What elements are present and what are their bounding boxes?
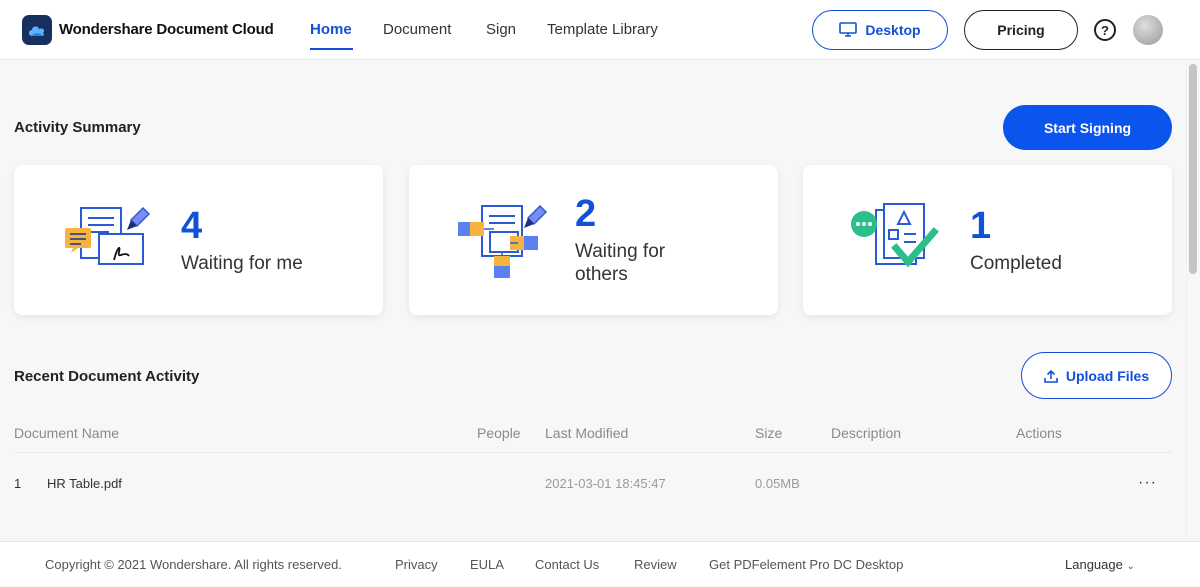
row-last-modified: 2021-03-01 18:45:47: [545, 476, 666, 491]
desktop-label: Desktop: [865, 22, 921, 38]
upload-icon: [1044, 369, 1058, 383]
column-actions: Actions: [1016, 425, 1062, 441]
row-size: 0.05MB: [755, 476, 800, 491]
nav-home[interactable]: Home: [310, 21, 352, 38]
upload-files-button[interactable]: Upload Files: [1021, 352, 1172, 399]
scrollbar-thumb[interactable]: [1189, 64, 1197, 274]
completed-document-icon: [851, 203, 939, 268]
waiting-for-others-count: 2: [575, 193, 597, 235]
share-document-icon: [458, 204, 548, 278]
waiting-for-me-label: Waiting for me: [181, 253, 303, 274]
column-document-name[interactable]: Document Name: [14, 425, 119, 441]
footer: Copyright © 2021 Wondershare. All rights…: [0, 541, 1200, 587]
brand-name[interactable]: Wondershare Document Cloud: [59, 21, 274, 38]
row-document-name[interactable]: HR Table.pdf: [47, 476, 122, 491]
more-actions-icon[interactable]: ···: [1138, 474, 1157, 492]
waiting-for-me-count: 4: [181, 205, 203, 247]
recent-activity-title: Recent Document Activity: [14, 368, 200, 385]
card-waiting-for-me[interactable]: 4 Waiting for me: [14, 165, 383, 315]
footer-link-eula[interactable]: EULA: [470, 557, 504, 572]
nav-document[interactable]: Document: [383, 21, 451, 38]
nav-sign[interactable]: Sign: [486, 21, 516, 38]
waiting-for-others-label: Waiting for others: [575, 241, 666, 285]
nav-active-indicator: [310, 48, 353, 50]
desktop-button[interactable]: Desktop: [812, 10, 948, 50]
card-completed[interactable]: 1 Completed: [803, 165, 1172, 315]
top-header: Wondershare Document Cloud Home Document…: [0, 0, 1200, 60]
card-waiting-for-others[interactable]: 2 Waiting for others: [409, 165, 778, 315]
footer-link-get-desktop[interactable]: Get PDFelement Pro DC Desktop: [709, 557, 903, 572]
completed-count: 1: [970, 205, 992, 247]
sign-document-icon: [65, 206, 151, 265]
upload-files-label: Upload Files: [1065, 367, 1150, 384]
footer-link-privacy[interactable]: Privacy: [395, 557, 438, 572]
avatar[interactable]: [1133, 15, 1163, 45]
activity-summary-title: Activity Summary: [14, 119, 141, 136]
table-divider: [14, 452, 1172, 453]
pricing-button[interactable]: Pricing: [964, 10, 1078, 50]
column-last-modified[interactable]: Last Modified: [545, 425, 628, 441]
monitor-icon: [839, 22, 858, 37]
footer-link-review[interactable]: Review: [634, 557, 677, 572]
column-people[interactable]: People: [477, 425, 521, 441]
chevron-down-icon: ⌄: [1126, 561, 1135, 572]
cloud-logo-icon[interactable]: [22, 15, 52, 45]
column-size[interactable]: Size: [755, 425, 782, 441]
completed-label: Completed: [970, 253, 1062, 274]
footer-link-contact-us[interactable]: Contact Us: [535, 557, 599, 572]
help-icon[interactable]: ?: [1094, 19, 1116, 41]
row-index: 1: [14, 476, 22, 491]
start-signing-button[interactable]: Start Signing: [1003, 105, 1172, 150]
language-selector[interactable]: Language ⌄: [1065, 557, 1135, 572]
nav-template-library[interactable]: Template Library: [547, 21, 658, 38]
language-label: Language: [1065, 557, 1123, 572]
copyright-text: Copyright © 2021 Wondershare. All rights…: [45, 557, 342, 572]
column-description[interactable]: Description: [831, 425, 901, 441]
